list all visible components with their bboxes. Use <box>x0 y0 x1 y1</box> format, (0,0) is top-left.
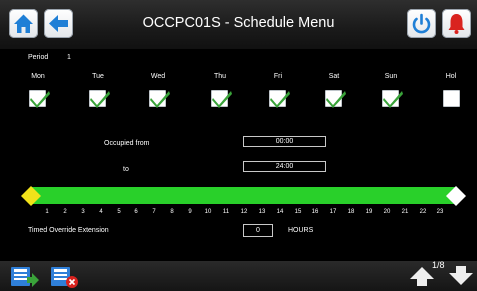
start-time-handle[interactable] <box>20 185 42 207</box>
bell-icon <box>448 14 465 34</box>
checkmark-icon <box>212 91 232 108</box>
schedule-bar <box>30 187 456 204</box>
hour-tick-label: 22 <box>419 209 427 215</box>
checkbox-thu[interactable] <box>211 90 232 108</box>
hour-tick-label: 6 <box>134 209 138 215</box>
hour-tick-label: 2 <box>63 209 67 215</box>
hour-tick-label: 19 <box>365 209 373 215</box>
hour-tick-label: 21 <box>401 209 409 215</box>
checkbox-tue[interactable] <box>89 90 110 108</box>
occupied-from-label: Occupied from <box>104 140 150 147</box>
hour-tick-label: 5 <box>117 209 121 215</box>
hour-tick-label: 18 <box>347 209 355 215</box>
hour-tick-label: 17 <box>329 209 337 215</box>
page-indicator: 1/8 <box>432 260 445 270</box>
checkmark-icon <box>90 91 110 108</box>
timed-override-units: HOURS <box>288 227 314 234</box>
day-label-fri: Fri <box>273 73 283 80</box>
hour-tick-label: 3 <box>81 209 85 215</box>
hour-tick-label: 12 <box>240 209 248 215</box>
hour-tick-label: 11 <box>222 209 230 215</box>
hour-tick-label: 9 <box>188 209 192 215</box>
hour-tick-label: 13 <box>258 209 266 215</box>
timed-override-label: Timed Override Extension <box>28 227 109 234</box>
checkbox-sat[interactable] <box>325 90 346 108</box>
checkmark-icon <box>270 91 290 108</box>
day-label-sat: Sat <box>328 73 340 80</box>
checkmark-icon <box>383 91 403 108</box>
checkbox-hol[interactable] <box>443 90 460 107</box>
power-button[interactable] <box>407 9 436 38</box>
checkbox-sun[interactable] <box>382 90 403 108</box>
day-label-thu: Thu <box>213 73 227 80</box>
end-time-handle[interactable] <box>445 185 467 207</box>
home-button[interactable] <box>9 9 38 38</box>
period-value[interactable]: 1 <box>67 54 71 61</box>
timed-override-field[interactable]: 0 <box>243 224 273 237</box>
hour-tick-label: 1 <box>45 209 49 215</box>
day-label-sun: Sun <box>384 73 398 80</box>
alarm-button[interactable] <box>442 9 471 38</box>
occupied-to-field[interactable]: 24:00 <box>243 161 326 172</box>
hour-tick-label: 23 <box>436 209 444 215</box>
hour-tick-label: 14 <box>276 209 284 215</box>
occupied-from-field[interactable]: 00:00 <box>243 136 326 147</box>
day-label-wed: Wed <box>150 73 166 80</box>
hour-tick-label: 16 <box>311 209 319 215</box>
arrow-down-icon[interactable] <box>448 265 474 287</box>
cancel-file-icon[interactable] <box>50 264 80 289</box>
checkmark-icon <box>150 91 170 108</box>
day-label-mon: Mon <box>31 73 45 80</box>
hour-tick-label: 4 <box>99 209 103 215</box>
hour-tick-label: 20 <box>383 209 391 215</box>
checkmark-icon <box>326 91 346 108</box>
checkmark-icon <box>30 91 50 108</box>
hour-tick-label: 10 <box>204 209 212 215</box>
checkbox-fri[interactable] <box>269 90 290 108</box>
day-label-hol: Hol <box>445 73 457 80</box>
hour-tick-label: 7 <box>152 209 156 215</box>
occupied-to-label: to <box>123 166 129 173</box>
save-file-icon[interactable] <box>10 264 40 289</box>
title-bar: OCCPC01S - Schedule Menu <box>0 0 477 49</box>
period-label: Period <box>28 54 49 61</box>
hour-tick-label: 15 <box>294 209 302 215</box>
hour-tick-label: 8 <box>170 209 174 215</box>
page-title: OCCPC01S - Schedule Menu <box>142 15 335 31</box>
checkbox-wed[interactable] <box>149 90 170 108</box>
checkbox-mon[interactable] <box>29 90 50 108</box>
day-label-tue: Tue <box>92 73 104 80</box>
home-icon <box>14 14 33 33</box>
power-icon <box>412 13 431 34</box>
